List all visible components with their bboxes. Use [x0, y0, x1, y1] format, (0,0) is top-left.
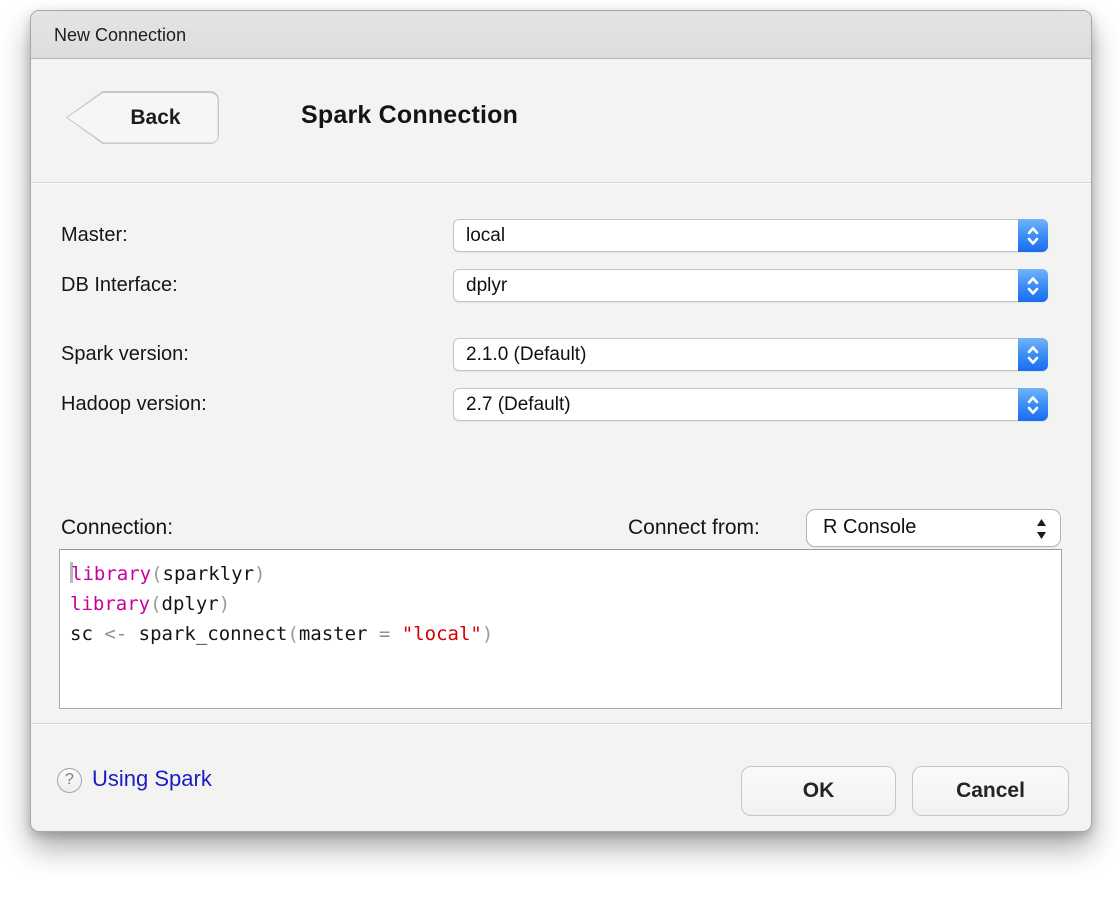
connect-from-select-value: R Console	[823, 510, 916, 545]
connect-from-label: Connect from:	[628, 509, 760, 547]
window-title: New Connection	[54, 11, 186, 59]
spark-version-label: Spark version:	[61, 338, 189, 371]
new-connection-dialog: New Connection Back Spark Connection Mas…	[30, 10, 1092, 832]
code-line: library(sparklyr)	[70, 559, 1057, 589]
chevron-up-down-icon	[1018, 269, 1048, 302]
chevron-up-down-icon	[1018, 388, 1048, 421]
master-select[interactable]: local	[453, 219, 1048, 252]
header-divider	[31, 182, 1091, 184]
back-button[interactable]: Back	[66, 91, 219, 144]
help-icon[interactable]: ?	[57, 768, 82, 793]
connection-label: Connection:	[61, 509, 173, 547]
desktop-background: New Connection Back Spark Connection Mas…	[0, 0, 1118, 904]
cancel-button[interactable]: Cancel	[912, 766, 1069, 816]
ok-button[interactable]: OK	[741, 766, 896, 816]
hadoop-version-select[interactable]: 2.7 (Default)	[453, 388, 1048, 421]
up-down-arrows-icon	[1035, 517, 1048, 546]
db-interface-select-value: dplyr	[466, 270, 507, 301]
page-title: Spark Connection	[301, 101, 518, 130]
spark-version-select-value: 2.1.0 (Default)	[466, 339, 586, 370]
chevron-up-down-icon	[1018, 219, 1048, 252]
connect-from-select[interactable]: R Console	[806, 509, 1061, 547]
hadoop-version-label: Hadoop version:	[61, 388, 207, 421]
connection-code-editor[interactable]: library(sparklyr)library(dplyr)sc <- spa…	[59, 549, 1062, 709]
chevron-up-down-icon	[1018, 338, 1048, 371]
window-titlebar: New Connection	[31, 11, 1091, 59]
db-interface-label: DB Interface:	[61, 269, 178, 302]
master-select-value: local	[466, 220, 505, 251]
back-button-face: Back	[68, 93, 218, 143]
footer-divider	[31, 723, 1091, 725]
db-interface-select[interactable]: dplyr	[453, 269, 1048, 302]
using-spark-link[interactable]: Using Spark	[92, 763, 212, 795]
spark-version-select[interactable]: 2.1.0 (Default)	[453, 338, 1048, 371]
code-line: sc <- spark_connect(master = "local")	[70, 619, 1057, 649]
master-label: Master:	[61, 219, 128, 252]
hadoop-version-select-value: 2.7 (Default)	[466, 389, 571, 420]
back-button-label: Back	[104, 106, 180, 130]
code-line: library(dplyr)	[70, 589, 1057, 619]
